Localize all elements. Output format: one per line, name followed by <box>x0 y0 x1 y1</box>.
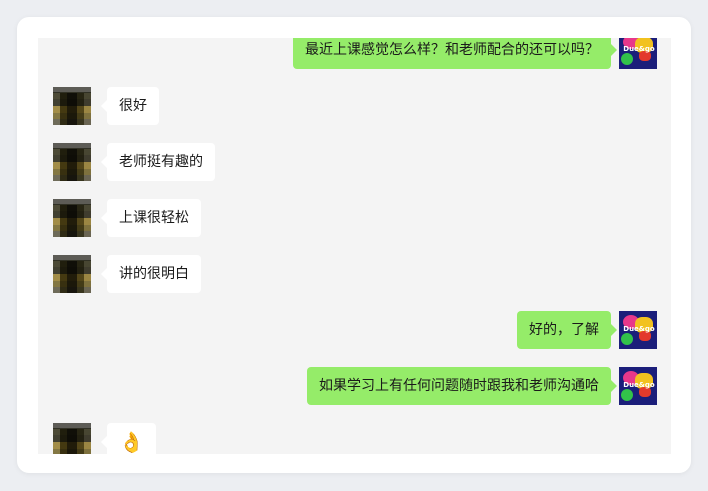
message-row: 很好 <box>38 87 671 125</box>
message-row: 好的，了解 Due&go <box>38 311 671 349</box>
avatar-logo-text: Due&go <box>623 325 655 333</box>
message-bubble-outgoing[interactable]: 好的，了解 <box>517 311 617 349</box>
user-avatar[interactable]: Due&go <box>619 367 657 405</box>
message-row: 如果学习上有任何问题随时跟我和老师沟通哈 Due&go <box>38 367 671 405</box>
ok-hand-emoji-message[interactable]: 👌 <box>101 423 156 454</box>
user-avatar[interactable]: Due&go <box>619 38 657 69</box>
avatar-logo-text: Due&go <box>623 45 655 53</box>
contact-avatar[interactable] <box>53 255 91 293</box>
contact-avatar[interactable] <box>53 199 91 237</box>
contact-avatar[interactable] <box>53 87 91 125</box>
message-bubble-incoming[interactable]: 老师挺有趣的 <box>101 143 215 181</box>
message-bubble-outgoing[interactable]: 如果学习上有任何问题随时跟我和老师沟通哈 <box>307 367 617 405</box>
message-bubble-incoming[interactable]: 上课很轻松 <box>101 199 201 237</box>
message-row: 老师挺有趣的 <box>38 143 671 181</box>
contact-avatar[interactable] <box>53 423 91 454</box>
message-bubble-incoming[interactable]: 讲的很明白 <box>101 255 201 293</box>
message-bubble-incoming[interactable]: 很好 <box>101 87 159 125</box>
message-row: 👌 <box>38 423 671 454</box>
chat-window: 最近上课感觉怎么样？和老师配合的还可以吗？ Due&go 很好 老师挺有趣的 上… <box>38 38 671 454</box>
message-bubble-outgoing[interactable]: 最近上课感觉怎么样？和老师配合的还可以吗？ <box>293 38 617 69</box>
message-row: 讲的很明白 <box>38 255 671 293</box>
contact-avatar[interactable] <box>53 143 91 181</box>
message-row: 最近上课感觉怎么样？和老师配合的还可以吗？ Due&go <box>38 38 671 69</box>
user-avatar[interactable]: Due&go <box>619 311 657 349</box>
avatar-logo-text: Due&go <box>623 381 655 389</box>
message-row: 上课很轻松 <box>38 199 671 237</box>
